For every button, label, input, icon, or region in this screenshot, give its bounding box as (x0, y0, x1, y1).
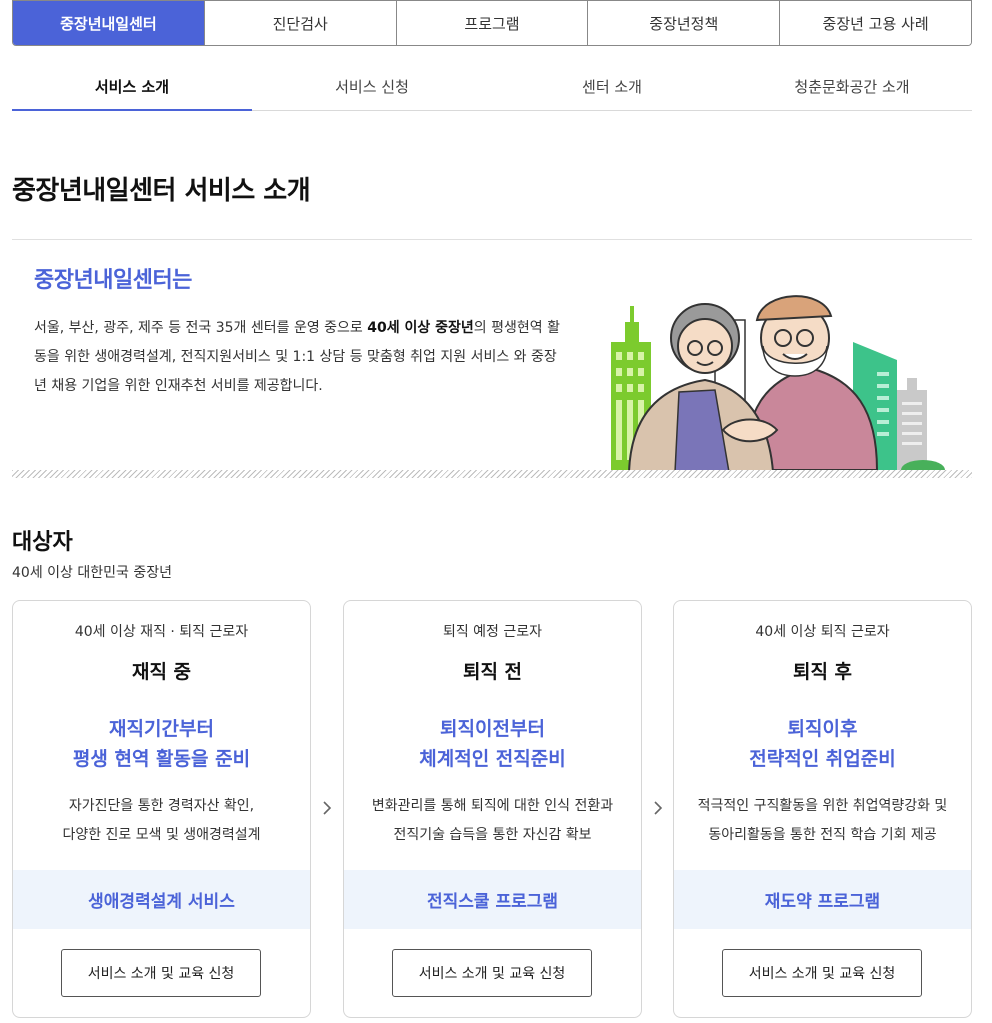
main-tab-cases[interactable]: 중장년 고용 사례 (779, 1, 971, 45)
card-program-name: 전직스쿨 프로그램 (344, 870, 641, 929)
page-title: 중장년내일센터 서비스 소개 (12, 176, 311, 206)
card-label: 40세 이상 재직 · 퇴직 근로자 (74, 624, 249, 640)
card-description-line: 다양한 진로 모색 및 생애경력설계 (62, 827, 261, 843)
sub-tabs: 서비스 소개 서비스 신청 센터 소개 청춘문화공간 소개 (12, 62, 972, 111)
chevron-right-icon (323, 801, 332, 815)
card-employed: 40세 이상 재직 · 퇴직 근로자 재직 중 재직기간부터 평생 현역 활동을… (12, 600, 311, 1018)
card-headline: 퇴직이전부터 체계적인 전직준비 (344, 714, 641, 774)
card-description: 자가진단을 통한 경력자산 확인, 다양한 진로 모색 및 생애경력설계 (19, 792, 304, 850)
card-label: 40세 이상 퇴직 근로자 (755, 624, 890, 640)
service-apply-button[interactable]: 서비스 소개 및 교육 신청 (61, 949, 261, 997)
card-description-line: 적극적인 구직활동을 위한 취업역량강화 및 (697, 798, 948, 814)
card-description: 적극적인 구직활동을 위한 취업역량강화 및 동아리활동을 통한 전직 학습 기… (680, 792, 965, 850)
sub-tab-service-apply[interactable]: 서비스 신청 (252, 62, 492, 110)
sub-tab-center-intro[interactable]: 센터 소개 (492, 62, 732, 110)
card-headline-line: 재직기간부터 (109, 718, 214, 740)
intro-text-start: 서울, 부산, 광주, 제주 등 전국 35개 센터를 운영 중으로 (34, 320, 368, 336)
main-tab-center[interactable]: 중장년내일센터 (13, 1, 204, 45)
main-tab-program[interactable]: 프로그램 (395, 1, 588, 45)
title-divider (12, 239, 972, 240)
sub-tab-service-intro[interactable]: 서비스 소개 (12, 62, 252, 111)
intro-text: 서울, 부산, 광주, 제주 등 전국 35개 센터를 운영 중으로 40세 이… (34, 314, 569, 401)
card-label: 퇴직 예정 근로자 (442, 624, 543, 640)
card-headline-line: 체계적인 전직준비 (419, 748, 566, 770)
card-description: 변화관리를 통해 퇴직에 대한 인식 전환과 전직기술 습득을 통한 자신감 확… (350, 792, 635, 850)
service-apply-button[interactable]: 서비스 소개 및 교육 신청 (392, 949, 592, 997)
card-program-name: 재도약 프로그램 (674, 870, 971, 929)
main-tab-diagnosis[interactable]: 진단검사 (203, 1, 396, 45)
card-headline-line: 전략적인 취업준비 (749, 748, 896, 770)
intro-text-bold: 40세 이상 중장년 (367, 320, 474, 336)
card-program-name: 생애경력설계 서비스 (13, 870, 310, 929)
card-description-line: 변화관리를 통해 퇴직에 대한 인식 전환과 (371, 798, 614, 814)
target-heading: 대상자 (12, 530, 73, 555)
card-description-line: 동아리활동을 통한 전직 학습 기회 제공 (708, 827, 937, 843)
intro-heading: 중장년내일센터는 (34, 268, 192, 293)
card-post-retirement: 40세 이상 퇴직 근로자 퇴직 후 퇴직이후 전략적인 취업준비 적극적인 구… (673, 600, 972, 1018)
card-description-line: 전직기술 습득을 통한 자신감 확보 (393, 827, 592, 843)
chevron-right-icon (654, 801, 663, 815)
card-headline-line: 퇴직이전부터 (440, 718, 545, 740)
card-headline-line: 퇴직이후 (787, 718, 858, 740)
main-tab-policy[interactable]: 중장년정책 (587, 1, 780, 45)
card-headline-line: 평생 현역 활동을 준비 (72, 748, 251, 770)
section-divider-hatch (12, 470, 972, 478)
target-subtitle: 40세 이상 대한민국 중장년 (12, 565, 172, 581)
card-description-line: 자가진단을 통한 경력자산 확인, (68, 798, 255, 814)
sub-tab-youth-space[interactable]: 청춘문화공간 소개 (732, 62, 972, 110)
service-apply-button[interactable]: 서비스 소개 및 교육 신청 (722, 949, 922, 997)
senior-couple-illustration (611, 295, 945, 472)
card-headline: 재직기간부터 평생 현역 활동을 준비 (13, 714, 310, 774)
card-stage: 재직 중 (131, 661, 192, 683)
card-stage: 퇴직 후 (792, 661, 853, 683)
card-stage: 퇴직 전 (462, 661, 523, 683)
main-tabs: 중장년내일센터 진단검사 프로그램 중장년정책 중장년 고용 사례 (12, 0, 972, 46)
card-pre-retirement: 퇴직 예정 근로자 퇴직 전 퇴직이전부터 체계적인 전직준비 변화관리를 통해… (343, 600, 642, 1018)
card-headline: 퇴직이후 전략적인 취업준비 (674, 714, 971, 774)
